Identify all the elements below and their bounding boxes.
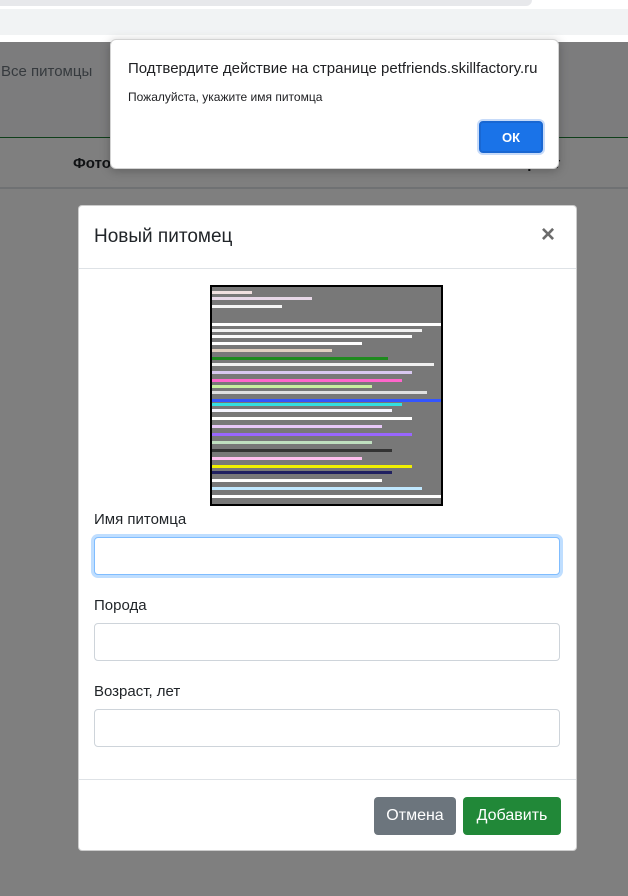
browser-tab-strip [0,0,532,6]
pet-photo-preview [210,285,443,506]
close-icon[interactable]: × [541,223,555,247]
modal-title: Новый питомец [94,226,233,247]
confirm-dialog-title: Подтвердите действие на странице petfrie… [128,60,538,77]
pet-name-label: Имя питомца [94,511,187,528]
ok-button[interactable]: ОК [479,121,543,153]
breed-label: Порода [94,597,147,614]
breed-input[interactable] [94,623,560,661]
browser-address-bar[interactable] [0,9,628,35]
confirm-dialog-message: Пожалуйста, укажите имя питомца [128,90,323,104]
browser-chrome [0,0,628,42]
new-pet-modal: Новый питомец × Имя питомца Порода Возра… [78,205,577,851]
modal-header: Новый питомец × [79,206,576,269]
pet-name-input[interactable] [94,537,560,575]
age-label: Возраст, лет [94,683,181,700]
cancel-button[interactable]: Отмена [374,797,456,835]
confirm-dialog: Подтвердите действие на странице petfrie… [110,39,559,169]
age-input[interactable] [94,709,560,747]
modal-footer: Отмена Добавить [79,779,576,850]
add-pet-button[interactable]: Добавить [463,797,561,835]
